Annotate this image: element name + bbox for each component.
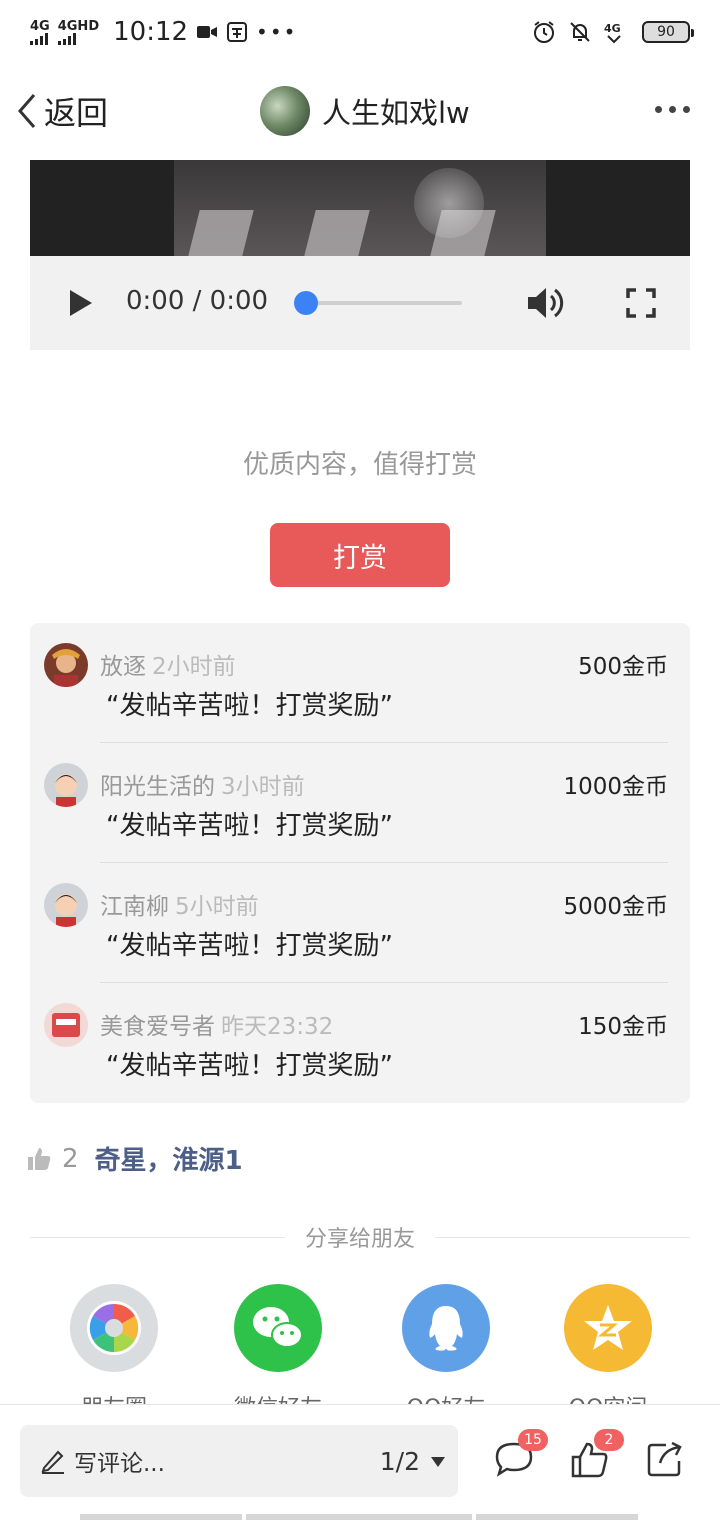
reward-item[interactable]: 美食爱号者 昨天23:32 150金币 “发帖辛苦啦！打赏奖励” [30,983,690,1103]
comments-button[interactable]: 15 [494,1429,548,1481]
alarm-icon [534,21,554,43]
reward-message: “发帖辛苦啦！打赏奖励” [106,691,393,721]
reward-item[interactable]: 阳光生活的 3小时前 1000金币 “发帖辛苦啦！打赏奖励” [30,743,690,863]
video-thumbnail[interactable] [30,160,690,256]
reward-user-line: 放逐 2小时前 [100,647,236,681]
seek-bar[interactable] [302,301,462,305]
reward-tip: 优质内容，值得打赏 [242,450,477,480]
thumbs-up-icon [28,1147,51,1170]
reward-item[interactable]: 放逐 2小时前 500金币 “发帖辛苦啦！打赏奖励” [30,623,690,743]
page-indicator: 1/2 [379,1447,420,1476]
reward-user-name[interactable]: 美食爱号者 [100,1014,215,1040]
reward-user-avatar[interactable] [44,643,88,687]
share-icon [647,1441,682,1477]
volume-icon[interactable] [526,284,566,322]
like-badge: 2 [594,1429,624,1451]
reward-list: 放逐 2小时前 500金币 “发帖辛苦啦！打赏奖励” 阳光生活的 3小时前 1000… [30,623,690,1103]
reward-time: 2小时前 [152,654,236,680]
author-name: 人生如戏lw [322,96,470,130]
reward-item[interactable]: 江南柳 5小时前 5000金币 “发帖辛苦啦！打赏奖励” [30,863,690,983]
share-qzone[interactable]: QQ空间 [564,1284,652,1422]
app-notification-icon [227,22,248,42]
reward-user-name[interactable]: 江南柳 [100,894,169,920]
network-type-1: 4G [30,18,50,34]
reward-user-line: 阳光生活的 3小时前 [100,767,305,801]
reward-message: “发帖辛苦啦！打赏奖励” [106,811,393,841]
reward-user-avatar[interactable] [44,763,88,807]
caret-down-icon [431,1456,445,1467]
player-time: 0:00 / 0:00 [126,286,269,316]
pencil-icon [41,1450,64,1474]
qzone-icon[interactable] [564,1284,652,1372]
reward-time: 3小时前 [221,774,305,800]
network-type-2: 4GHD [57,18,100,34]
reward-user-avatar[interactable] [44,1003,88,1047]
video-frame [174,160,546,256]
status-time: 10:12 [113,17,189,47]
likes-count: 2 [62,1143,79,1174]
signal-2-icon: 4GHD [57,18,100,45]
like-button[interactable]: 2 [570,1429,624,1483]
fullscreen-icon[interactable] [626,288,656,318]
reward-user-name[interactable]: 阳光生活的 [100,774,215,800]
more-notifications-icon: ••• [256,20,298,44]
back-button[interactable]: 返回 [14,88,108,134]
more-menu-icon[interactable] [655,106,690,113]
share-moments[interactable]: 朋友圈 [70,1284,158,1422]
comment-input[interactable]: 写评论... 1/2 [20,1425,458,1497]
play-icon[interactable] [68,288,94,318]
status-bar: 4G 4GHD 10:12 ••• 4G 90 [0,0,720,64]
share-title: 分享给朋友 [305,1227,416,1252]
reward-coins: 500金币 [578,654,668,680]
wechat-icon[interactable] [234,1284,322,1372]
reward-coins: 150金币 [578,1014,668,1040]
nav-bar: 返回 人生如戏lw [0,70,720,156]
chevron-left-icon [18,94,36,128]
moments-icon[interactable] [70,1284,158,1372]
comment-placeholder: 写评论... [74,1451,165,1477]
signal-1-icon: 4G [30,20,50,45]
reward-coins: 1000金币 [563,774,668,800]
qq-icon[interactable] [402,1284,490,1372]
likes-row[interactable]: 2 奇星，淮源1 [26,1140,243,1177]
page-selector[interactable]: 1/2 [380,1447,446,1476]
reward-message: “发帖辛苦啦！打赏奖励” [106,931,393,961]
reward-user-name[interactable]: 放逐 [100,654,146,680]
back-label: 返回 [44,94,109,132]
reward-time: 昨天23:32 [221,1014,334,1040]
battery-level: 90 [657,24,675,40]
author-header[interactable]: 人生如戏lw [260,86,470,136]
author-avatar[interactable] [260,86,310,136]
share-button[interactable] [646,1441,684,1481]
mute-icon [570,22,590,42]
reward-time: 5小时前 [175,894,259,920]
comment-badge: 15 [518,1429,548,1451]
seek-handle[interactable] [294,291,318,315]
reward-message: “发帖辛苦啦！打赏奖励” [106,1051,393,1081]
reward-user-line: 美食爱号者 昨天23:32 [100,1007,333,1041]
svg-text:4G: 4G [604,22,621,35]
bottom-bar: 写评论... 1/2 15 2 [0,1404,720,1520]
reward-user-avatar[interactable] [44,883,88,927]
reward-button[interactable]: 打赏 [270,523,450,587]
wifi-4g-icon: 4G [604,22,621,44]
share-wechat[interactable]: 微信好友 [234,1284,322,1422]
reward-user-line: 江南柳 5小时前 [100,887,259,921]
share-qq[interactable]: QQ好友 [402,1284,490,1422]
reward-coins: 5000金币 [563,894,668,920]
gesture-bar [80,1514,638,1520]
share-header: 分享给朋友 [30,1222,691,1252]
media-player: 0:00 / 0:00 [30,256,690,350]
video-call-icon [197,26,218,38]
share-options: 朋友圈 微信好友 QQ好友 QQ空间 [0,1284,720,1421]
battery-icon: 90 [642,21,694,43]
likes-names[interactable]: 奇星，淮源1 [95,1140,243,1177]
